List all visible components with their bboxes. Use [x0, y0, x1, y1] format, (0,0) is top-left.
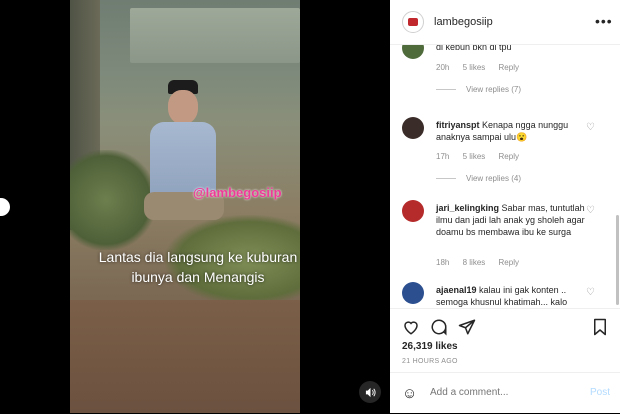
- comment-likes[interactable]: 5 likes: [463, 152, 486, 161]
- video-watermark: @lambegosiip: [193, 185, 282, 200]
- comment-likes[interactable]: 5 likes: [463, 63, 486, 72]
- comment-text: fitriyanspt Kenapa ngga nunggu anaknya s…: [436, 120, 569, 142]
- post-actions: [390, 308, 620, 345]
- comment-avatar[interactable]: [402, 117, 424, 139]
- speaker-icon: [365, 387, 376, 397]
- comment-time: 17h: [436, 152, 450, 161]
- comment-text: jari_kelingking Sabar mas, tuntutlah ilm…: [436, 203, 585, 237]
- comment-username[interactable]: fitriyanspt: [436, 120, 480, 130]
- dirt-ground: [70, 300, 300, 413]
- add-comment-input[interactable]: [430, 387, 570, 398]
- comment-heart-icon[interactable]: ♡: [586, 287, 595, 298]
- previous-post-arrow[interactable]: [0, 198, 10, 216]
- comment-avatar[interactable]: [402, 282, 424, 304]
- reply-link[interactable]: Reply: [499, 258, 519, 267]
- account-username[interactable]: lambegosiip: [434, 16, 493, 28]
- view-replies-link[interactable]: View replies (7): [436, 85, 521, 94]
- comment-text: ajaenal19 kalau ini gak konten .. semoga…: [436, 285, 568, 307]
- media-panel: @lambegosiip Lantas dia langsung ke kubu…: [0, 0, 390, 413]
- audio-toggle-button[interactable]: [359, 381, 381, 403]
- video-player[interactable]: @lambegosiip Lantas dia langsung ke kubu…: [70, 0, 300, 413]
- comments-scrollbar[interactable]: [616, 215, 619, 305]
- comment-time: 20h: [436, 63, 450, 72]
- comment-meta: 17h 5 likes Reply: [436, 152, 530, 161]
- comment-username[interactable]: jari_kelingking: [436, 203, 499, 213]
- more-options-icon[interactable]: •••: [595, 13, 613, 29]
- reply-link[interactable]: Reply: [499, 63, 519, 72]
- comment-meta: 18h 8 likes Reply: [436, 258, 530, 267]
- share-icon[interactable]: [458, 318, 476, 340]
- comment-avatar[interactable]: [402, 200, 424, 222]
- emoji-icon[interactable]: ☺: [402, 385, 417, 402]
- bookmark-icon[interactable]: [592, 318, 608, 340]
- kneeling-person: [144, 80, 228, 230]
- likes-count[interactable]: 26,319 likes: [402, 341, 458, 352]
- comment-heart-icon[interactable]: ♡: [586, 122, 595, 133]
- comment-text: di kebun bkn di tpu: [436, 45, 512, 52]
- comment-meta: 20h 5 likes Reply: [436, 63, 530, 72]
- comment-heart-icon[interactable]: ♡: [586, 205, 595, 216]
- comment-time: 18h: [436, 258, 450, 267]
- post-timestamp: 21 HOURS AGO: [402, 358, 458, 365]
- comment-likes[interactable]: 8 likes: [463, 258, 486, 267]
- video-caption: Lantas dia langsung ke kuburan ibunya da…: [98, 249, 298, 285]
- reply-link[interactable]: Reply: [499, 152, 519, 161]
- comment-avatar[interactable]: [402, 45, 424, 59]
- account-avatar[interactable]: [402, 11, 424, 33]
- heart-icon[interactable]: [402, 318, 420, 340]
- comments-list[interactable]: di kebun bkn di tpu 20h 5 likes Reply Vi…: [390, 45, 620, 307]
- person-head: [168, 90, 198, 124]
- view-replies-link[interactable]: View replies (4): [436, 174, 521, 183]
- post-sidebar: lambegosiip ••• di kebun bkn di tpu 20h …: [390, 0, 620, 413]
- comment-icon[interactable]: [430, 318, 448, 340]
- comment-username[interactable]: ajaenal19: [436, 285, 477, 295]
- post-header: lambegosiip •••: [390, 0, 620, 45]
- background-wall: [130, 8, 300, 63]
- add-comment-bar: ☺ Post: [390, 372, 620, 414]
- post-comment-button[interactable]: Post: [590, 387, 610, 398]
